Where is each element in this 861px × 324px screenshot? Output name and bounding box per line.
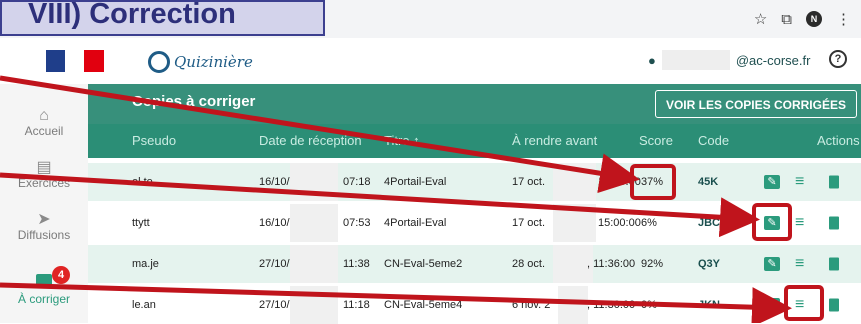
arrow-to-list [0, 282, 792, 323]
arrow-to-score [0, 75, 640, 194]
arrow-to-correct [0, 172, 760, 238]
annotation-arrows [0, 75, 792, 323]
